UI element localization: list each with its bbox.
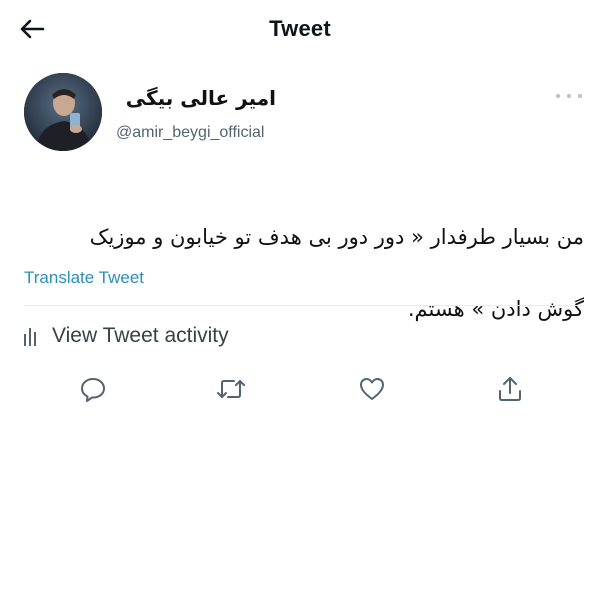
translate-tweet-link[interactable]: Translate Tweet [24,268,144,288]
avatar[interactable] [24,73,102,151]
more-horizontal-icon [556,94,560,98]
reply-button[interactable] [76,372,110,406]
tweet-text-line: من بسیار طرفدار « دور دور بی هدف تو خیاب… [89,225,584,249]
like-button[interactable] [355,372,389,406]
display-name[interactable]: امیر عالی بیگی [116,86,276,110]
more-options-button[interactable] [556,90,582,102]
divider [24,305,582,306]
user-handle[interactable]: @amir_beygi_official [116,124,264,142]
retweet-button[interactable] [214,372,248,406]
view-tweet-activity-link[interactable]: View Tweet activity [24,322,229,350]
activity-label: View Tweet activity [52,324,229,347]
page-title: Tweet [269,16,331,41]
top-bar: Tweet [0,0,600,62]
bar-chart-icon [24,326,42,346]
share-icon [496,375,524,403]
share-button[interactable] [493,372,527,406]
retweet-icon [216,375,246,403]
reply-icon [79,375,107,403]
heart-icon [358,375,386,403]
